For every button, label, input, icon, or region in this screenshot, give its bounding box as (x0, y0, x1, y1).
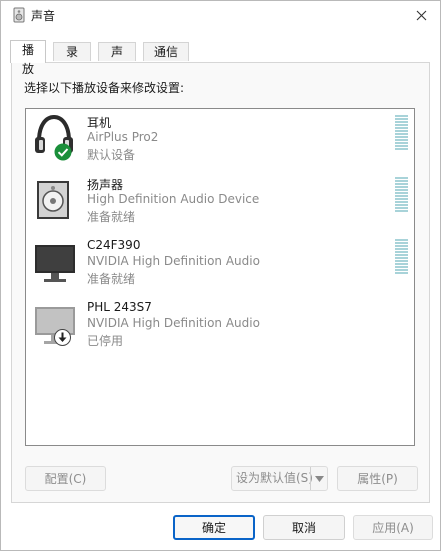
device-description: NVIDIA High Definition Audio (87, 254, 260, 268)
device-name: C24F390 (87, 238, 141, 252)
device-status: 已停用 (87, 334, 124, 348)
apply-button[interactable]: 应用(A) (353, 515, 433, 540)
monitor-icon (35, 245, 75, 282)
device-status: 准备就绪 (87, 272, 136, 286)
device-status: 准备就绪 (87, 210, 136, 224)
ok-button[interactable]: 确定 (173, 515, 255, 540)
disabled-arrow-icon (54, 329, 71, 346)
speaker-icon (37, 181, 69, 219)
device-description: AirPlus Pro2 (87, 130, 159, 144)
playback-panel: 选择以下播放设备来修改设置: 耳机 AirPlus Pro2 默认设备 扬声器 … (11, 62, 430, 503)
cancel-button[interactable]: 取消 (263, 515, 345, 540)
close-icon (416, 10, 426, 20)
level-meter (395, 177, 408, 213)
set-default-label: 设为默认值(S) (236, 471, 313, 485)
chevron-down-icon (314, 475, 324, 482)
configure-button[interactable]: 配置(C) (25, 466, 106, 491)
device-name: 耳机 (87, 116, 112, 130)
level-meter (395, 115, 408, 151)
properties-button[interactable]: 属性(P) (337, 466, 418, 491)
window-title: 声音 (31, 9, 56, 23)
set-default-dropdown[interactable] (310, 467, 327, 490)
device-item-headphones[interactable]: 耳机 AirPlus Pro2 默认设备 (26, 111, 414, 171)
tab-sounds[interactable]: 声音 (98, 42, 136, 78)
device-status: 默认设备 (87, 148, 136, 162)
device-description: High Definition Audio Device (87, 192, 260, 206)
speaker-title-icon (13, 7, 25, 23)
device-description: NVIDIA High Definition Audio (87, 316, 260, 330)
default-check-icon (54, 143, 72, 161)
device-item-c24f390[interactable]: C24F390 NVIDIA High Definition Audio 准备就… (26, 235, 414, 295)
device-item-phl-243s7[interactable]: PHL 243S7 NVIDIA High Definition Audio 已… (26, 297, 414, 357)
close-button[interactable] (410, 4, 432, 26)
level-meter (395, 239, 408, 275)
set-default-button[interactable]: 设为默认值(S) (231, 466, 328, 491)
title-bar: 声音 (1, 1, 440, 29)
device-list[interactable]: 耳机 AirPlus Pro2 默认设备 扬声器 High Definition… (25, 108, 415, 446)
device-name: PHL 243S7 (87, 300, 152, 314)
device-name: 扬声器 (87, 178, 124, 192)
tab-communications[interactable]: 通信 (143, 42, 189, 61)
tab-playback[interactable]: 播放 (10, 40, 46, 76)
tab-recording[interactable]: 录制 (53, 42, 91, 78)
device-item-speaker[interactable]: 扬声器 High Definition Audio Device 准备就绪 (26, 173, 414, 233)
sound-dialog: 声音 播放 录制 声音 通信 选择以下播放设备来修改设置: (0, 0, 441, 551)
panel-instruction: 选择以下播放设备来修改设置: (24, 81, 185, 95)
